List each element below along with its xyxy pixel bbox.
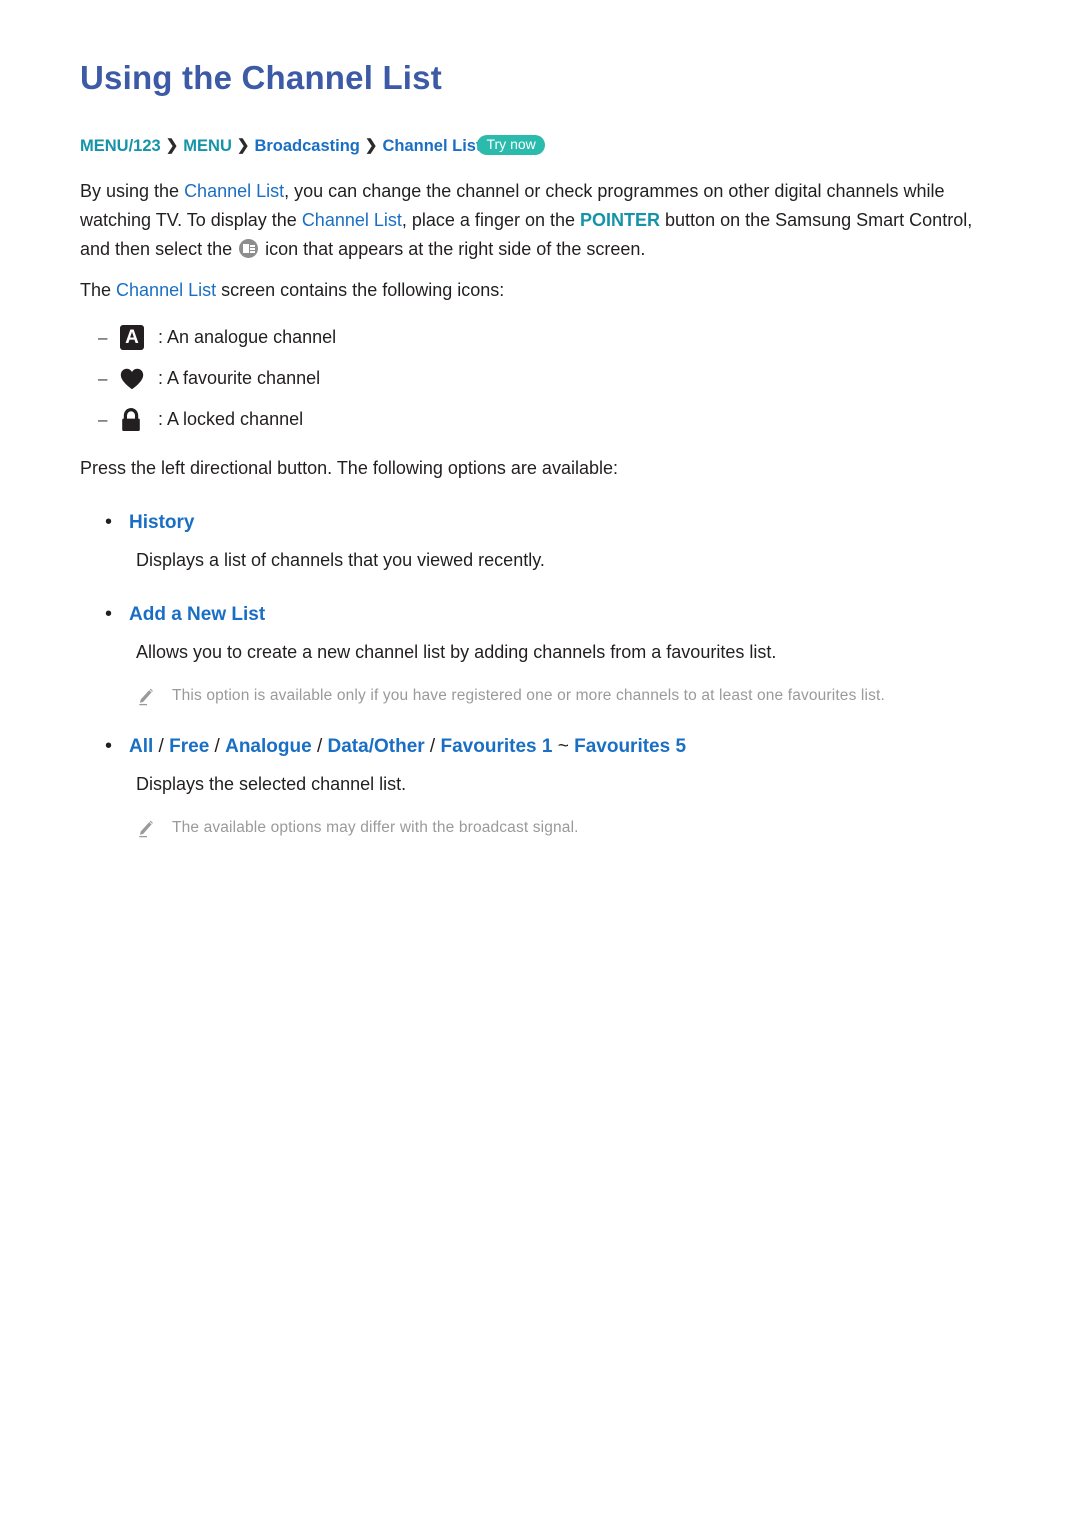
intro-key-pointer: POINTER [580, 210, 661, 231]
chevron-right-icon: ❯ [236, 136, 250, 154]
label-separator: / [311, 736, 328, 758]
option-add-a-new-list: • Add a New List [80, 601, 1002, 628]
option-filter-free[interactable]: Free [169, 736, 209, 757]
option-filter-favourites-5[interactable]: Favourites 5 [574, 736, 686, 757]
favourite-channel-icon [120, 368, 144, 390]
page-title: Using the Channel List [80, 59, 442, 96]
intro-link-channel-list-1[interactable]: Channel List [184, 181, 284, 201]
pencil-icon [136, 685, 172, 707]
label-separator: ~ [552, 736, 575, 758]
icon-slot [120, 407, 158, 432]
dash-marker: – [98, 410, 108, 430]
note-text: This option is available only if you hav… [172, 687, 885, 705]
breadcrumb-item-menu123[interactable]: MENU/123 [80, 137, 161, 155]
intro-text-c: , place a finger on the [401, 210, 581, 231]
list-item-label: : A favourite channel [158, 368, 321, 389]
option-label-add-a-new-list[interactable]: Add a New List [129, 601, 265, 628]
options-intro-paragraph: Press the left directional button. The f… [80, 458, 618, 479]
label-separator: / [153, 736, 170, 758]
list-item: – A : An analogue channel [80, 317, 1002, 358]
option-filter-data-other[interactable]: Data/Other [328, 736, 425, 757]
note-channel-filters: The available options may differ with th… [136, 817, 1002, 839]
channel-list-icon [239, 239, 259, 259]
icon-legend-list: – A : An analogue channel – : A favourit… [80, 317, 1002, 440]
locked-channel-icon [120, 407, 142, 432]
icon-slot [120, 368, 158, 390]
list-item: – : A favourite channel [80, 358, 1002, 399]
list-item: – : A locked channel [80, 399, 1002, 440]
intro-text-e: icon that appears at the right side of t… [260, 239, 646, 260]
icon-slot: A [120, 325, 158, 351]
option-filter-all[interactable]: All [129, 736, 153, 757]
option-filter-favourites-1[interactable]: Favourites 1 [441, 736, 553, 757]
option-description-channel-filters: Displays the selected channel list. [136, 774, 407, 795]
option-channel-filters: • All / Free / Analogue / Data/Other / F… [80, 733, 1002, 760]
option-label-channel-filters: All / Free / Analogue / Data/Other / Fav… [129, 733, 686, 760]
try-now-badge[interactable]: Try now [477, 135, 545, 156]
breadcrumb-item-menu[interactable]: MENU [183, 137, 232, 155]
list-item-label: : A locked channel [158, 409, 304, 430]
document-page: Using the Channel List MENU/123 ❯ MENU ❯ Bro… [0, 0, 1080, 1527]
chevron-right-icon: ❯ [364, 136, 378, 154]
icons-intro-text-a: The [80, 280, 117, 301]
list-item-label: : An analogue channel [158, 327, 337, 348]
note-add-a-new-list: This option is available only if you hav… [136, 685, 1002, 707]
pencil-icon [136, 817, 172, 839]
dash-marker: – [98, 369, 108, 389]
option-description-add-a-new-list: Allows you to create a new channel list … [136, 642, 777, 663]
breadcrumb-item-broadcasting[interactable]: Broadcasting [254, 137, 359, 155]
chevron-right-icon: ❯ [165, 136, 179, 154]
breadcrumb: MENU/123 ❯ MENU ❯ Broadcasting ❯ Channel List T… [80, 135, 1002, 157]
breadcrumb-item-channel-list[interactable]: Channel List [382, 137, 481, 155]
intro-link-channel-list-2[interactable]: Channel List [302, 210, 402, 230]
note-text: The available options may differ with th… [172, 819, 579, 837]
bullet-marker: • [105, 603, 113, 626]
option-history: • History [80, 509, 1002, 536]
intro-paragraph: By using the Channel List, you can chang… [80, 177, 1002, 264]
analogue-channel-icon: A [120, 325, 144, 351]
option-label-history[interactable]: History [129, 509, 194, 536]
bullet-marker: • [105, 735, 113, 758]
icons-intro-link-channel-list[interactable]: Channel List [116, 280, 216, 300]
label-separator: / [209, 736, 226, 758]
option-filter-analogue[interactable]: Analogue [225, 736, 312, 757]
option-description-history: Displays a list of channels that you vie… [136, 550, 545, 571]
icons-intro-text-b: screen contains the following icons: [216, 280, 505, 301]
label-separator: / [424, 736, 441, 758]
bullet-marker: • [105, 511, 113, 534]
intro-text-a: By using the [80, 181, 185, 202]
icons-intro-paragraph: The Channel List screen contains the fol… [80, 276, 1002, 305]
dash-marker: – [98, 328, 108, 348]
